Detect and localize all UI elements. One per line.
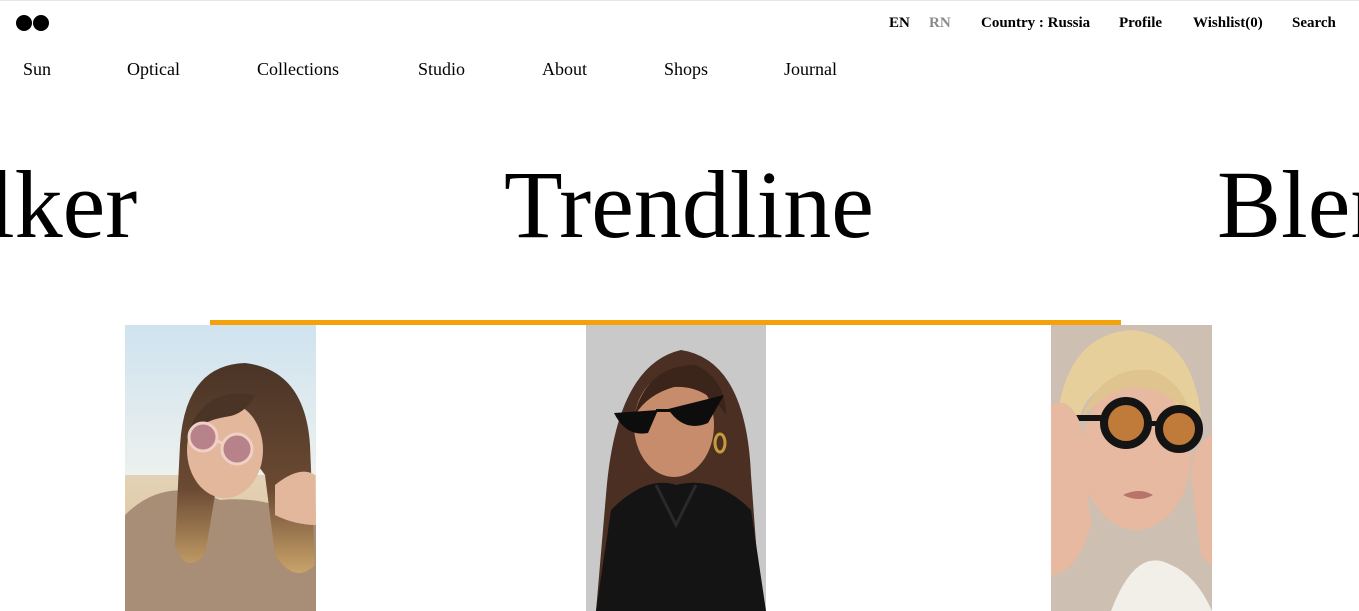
nav-item-about[interactable]: About <box>542 59 587 79</box>
nav-item-optical[interactable]: Optical <box>127 59 180 79</box>
collection-title-partial-left[interactable]: lker <box>0 150 137 260</box>
product-photo-2[interactable] <box>586 325 766 611</box>
search-link[interactable]: Search <box>1292 14 1336 32</box>
nav-item-journal[interactable]: Journal <box>784 59 837 79</box>
lang-en-link[interactable]: EN <box>889 14 910 32</box>
nav-item-studio[interactable]: Studio <box>418 59 465 79</box>
country-selector[interactable]: Country : Russia <box>981 14 1090 32</box>
product-photo-1[interactable] <box>125 325 316 611</box>
lang-rn-link[interactable]: RN <box>929 14 951 32</box>
woman-with-black-round-sunglasses <box>1051 325 1212 611</box>
top-divider <box>0 0 1359 1</box>
collection-title-active[interactable]: Trendline <box>504 150 874 260</box>
page: EN RN Country : Russia Profile Wishlist(… <box>0 0 1359 611</box>
nav-item-shops[interactable]: Shops <box>664 59 708 79</box>
collection-title-partial-right[interactable]: Blen <box>1217 150 1359 260</box>
logo-dot-left <box>16 15 32 31</box>
product-photo-3[interactable] <box>1051 325 1212 611</box>
woman-with-round-pink-tinted-sunglasses <box>125 325 316 611</box>
two-dots-logo-icon[interactable] <box>16 15 49 31</box>
logo-dot-right <box>33 15 49 31</box>
profile-link[interactable]: Profile <box>1119 14 1162 32</box>
nav-item-collections[interactable]: Collections <box>257 59 339 79</box>
wishlist-link[interactable]: Wishlist(0) <box>1193 14 1263 32</box>
woman-with-black-cat-eye-sunglasses <box>586 325 766 611</box>
nav-item-sun[interactable]: Sun <box>23 59 51 79</box>
